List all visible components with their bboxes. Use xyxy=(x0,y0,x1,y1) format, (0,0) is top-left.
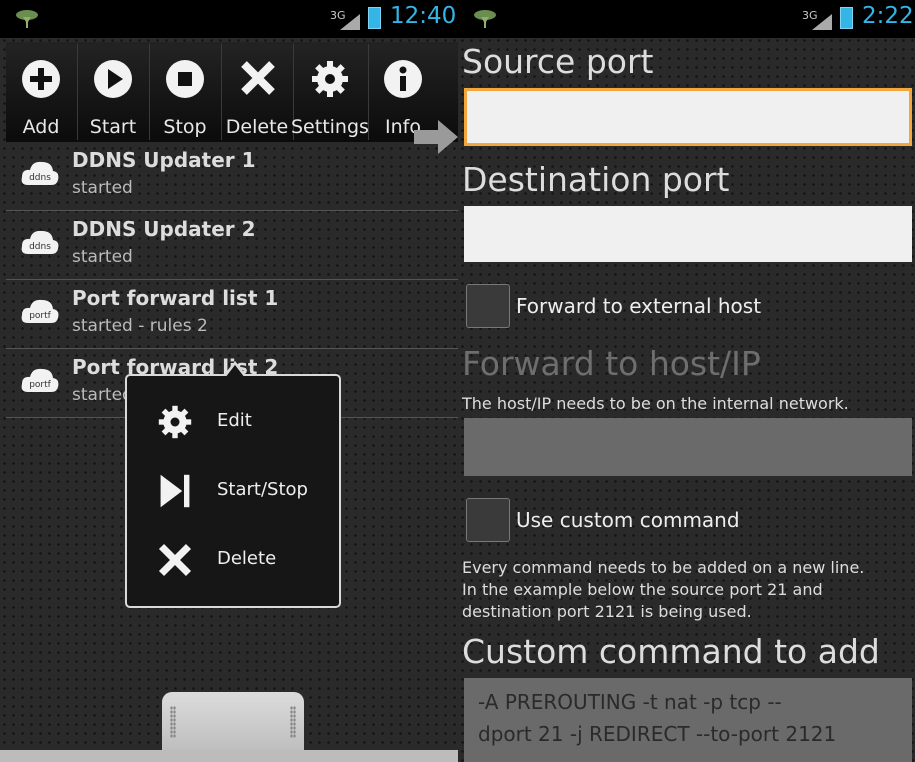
svg-text:portf: portf xyxy=(29,380,51,390)
status-bar: 3G 2:22 xyxy=(458,0,915,38)
x-icon xyxy=(241,61,275,95)
placeholder-line: -A PREROUTING -t nat -p tcp -- xyxy=(478,690,782,714)
gear-icon xyxy=(312,61,348,97)
item-status: started xyxy=(72,385,133,405)
battery-icon xyxy=(368,7,381,29)
delete-button[interactable]: Delete xyxy=(222,42,292,142)
menu-label: Edit xyxy=(217,410,252,431)
status-bar: 3G 12:40 xyxy=(0,0,458,38)
svg-text:ddns: ddns xyxy=(29,173,51,183)
play-pause-icon xyxy=(160,474,190,508)
clock: 12:40 xyxy=(390,3,457,29)
menu-item-delete[interactable]: Delete xyxy=(127,532,339,592)
delete-label: Delete xyxy=(225,116,289,138)
help-line: destination port 2121 is being used. xyxy=(462,602,752,621)
help-line: In the example below the source port 21 … xyxy=(462,580,823,599)
bottom-bar xyxy=(0,750,458,762)
custom-command-textarea[interactable]: -A PREROUTING -t nat -p tcp -- dport 21 … xyxy=(464,678,912,762)
menu-label: Delete xyxy=(217,548,277,569)
source-port-label: Source port xyxy=(462,42,654,81)
clock: 2:22 xyxy=(862,3,914,29)
item-title: DDNS Updater 2 xyxy=(72,217,256,241)
help-line: Every command needs to be added on a new… xyxy=(462,558,865,577)
app-notification-icon xyxy=(16,10,38,28)
custom-command-help: Every command needs to be added on a new… xyxy=(462,557,912,623)
battery-icon xyxy=(840,7,853,29)
port-forward-icon: portf xyxy=(21,368,59,392)
item-status: started xyxy=(72,178,133,198)
stop-button[interactable]: Stop xyxy=(150,42,220,142)
play-icon xyxy=(108,69,123,89)
context-menu: Edit Start/Stop Delete xyxy=(125,361,341,608)
item-status: started - rules 2 xyxy=(72,316,208,336)
svg-text:portf: portf xyxy=(29,311,51,321)
custom-command-label: Custom command to add xyxy=(462,632,880,671)
start-button[interactable]: Start xyxy=(78,42,148,142)
list-item[interactable]: ddns DDNS Updater 2 started xyxy=(6,211,458,280)
list-item[interactable]: ddns DDNS Updater 1 started xyxy=(6,142,458,211)
stop-label: Stop xyxy=(163,116,207,138)
ddns-icon: ddns xyxy=(21,230,59,254)
settings-label: Settings xyxy=(291,116,369,138)
placeholder-line: dport 21 -j REDIRECT --to-port 2121 xyxy=(478,722,837,746)
item-title: DDNS Updater 1 xyxy=(72,148,256,172)
destination-port-label: Destination port xyxy=(462,160,730,199)
add-label: Add xyxy=(22,116,60,138)
left-screen: 3G 12:40 Add Start Stop Delete Settings … xyxy=(0,0,458,762)
x-icon xyxy=(158,543,192,577)
forward-host-input[interactable] xyxy=(464,418,912,476)
app-notification-icon xyxy=(474,10,496,28)
menu-item-edit[interactable]: Edit xyxy=(127,394,339,454)
forward-external-label: Forward to external host xyxy=(516,294,762,318)
plus-icon xyxy=(30,68,52,90)
port-forward-icon: portf xyxy=(21,299,59,323)
custom-command-checkbox[interactable] xyxy=(466,498,510,542)
add-button[interactable]: Add xyxy=(6,42,76,142)
source-port-input[interactable] xyxy=(464,88,912,146)
settings-button[interactable]: Settings xyxy=(291,42,369,142)
action-toolbar: Add Start Stop Delete Settings Info xyxy=(6,42,458,154)
stop-icon xyxy=(178,72,192,86)
destination-port-input[interactable] xyxy=(464,206,912,262)
forward-external-checkbox[interactable] xyxy=(466,284,510,328)
forward-host-help: The host/IP needs to be on the internal … xyxy=(462,394,849,413)
info-icon xyxy=(399,66,407,91)
item-title: Port forward list 1 xyxy=(72,286,279,310)
menu-item-start-stop[interactable]: Start/Stop xyxy=(127,463,339,523)
custom-command-checkbox-label: Use custom command xyxy=(516,508,740,532)
signal-icon xyxy=(812,14,832,30)
signal-icon xyxy=(340,14,360,30)
right-screen: 3G 2:22 Source port Destination port For… xyxy=(458,0,915,762)
start-label: Start xyxy=(89,116,137,138)
svg-text:ddns: ddns xyxy=(29,242,51,252)
gear-icon xyxy=(158,405,192,439)
item-status: started xyxy=(72,247,133,267)
ddns-icon: ddns xyxy=(21,161,59,185)
menu-label: Start/Stop xyxy=(217,479,308,500)
forward-host-label: Forward to host/IP xyxy=(462,344,761,383)
list-item[interactable]: portf Port forward list 1 started - rule… xyxy=(6,280,458,349)
